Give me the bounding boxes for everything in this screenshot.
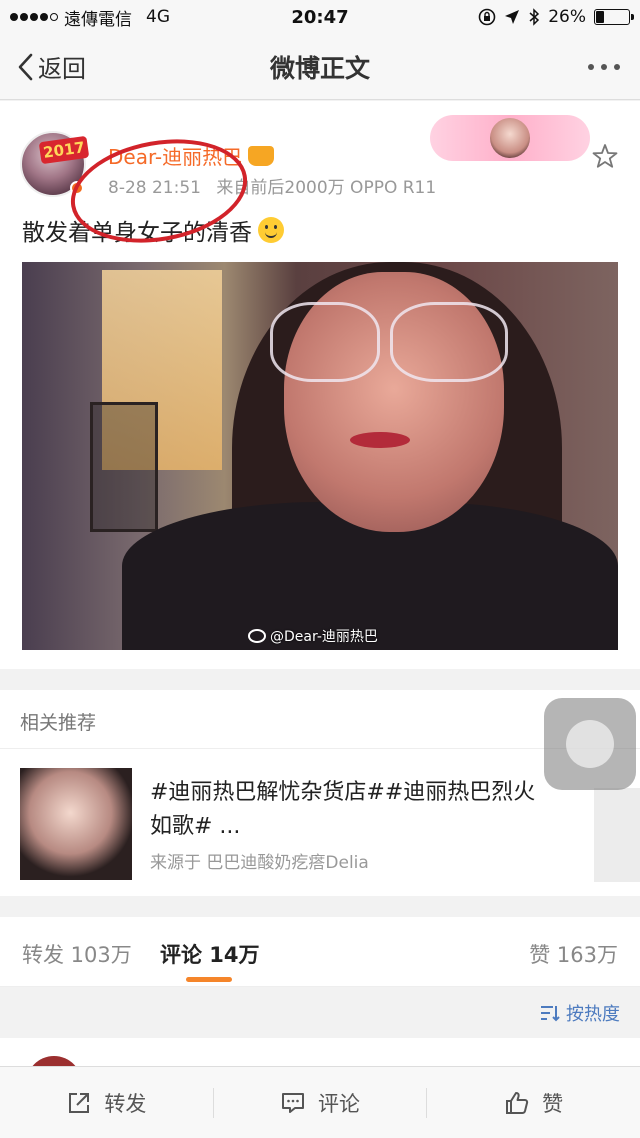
status-bar: 遠傳電信 4G 20:47 26% xyxy=(0,0,640,34)
like-label: 赞 xyxy=(542,1091,564,1116)
back-label: 返回 xyxy=(38,55,86,83)
post-source: 来自前后2000万 OPPO R11 xyxy=(216,178,437,198)
carrier-label: 遠傳電信 xyxy=(64,9,132,30)
repost-button[interactable]: 转发 xyxy=(0,1067,213,1138)
chevron-left-icon xyxy=(18,53,33,80)
engagement-tabs: 转发 103万 评论 14万 赞 163万 xyxy=(0,917,640,987)
related-source: 来源于 巴巴迪酸奶疙瘩Delia xyxy=(150,853,369,873)
tab-like[interactable]: 赞 163万 xyxy=(529,939,618,969)
bottom-action-bar: 转发 评论 赞 xyxy=(0,1066,640,1138)
card-decoration-banner xyxy=(430,115,590,161)
author-name-label: Dear-迪丽热巴 xyxy=(108,145,243,169)
photo-lamp xyxy=(90,402,158,532)
side-ad-strip xyxy=(594,788,640,882)
back-button[interactable]: 返回 xyxy=(0,49,86,84)
tab-active-indicator xyxy=(186,977,232,982)
related-title[interactable]: #迪丽热巴解忧杂货店##迪丽热巴烈火如歌# ... xyxy=(150,776,550,844)
related-thumbnail[interactable] xyxy=(20,768,132,880)
photo-glasses-left xyxy=(270,302,380,382)
post-time: 8-28 21:51 xyxy=(108,178,201,198)
sort-label: 按热度 xyxy=(566,1004,620,1025)
watermark-text: @Dear-迪丽热巴 xyxy=(270,629,378,645)
post-meta: 8-28 21:51 来自前后2000万 OPPO R11 xyxy=(108,173,446,198)
thumbs-up-icon xyxy=(506,1091,529,1114)
verified-badge-icon xyxy=(70,181,84,195)
tab-comment[interactable]: 评论 14万 xyxy=(160,939,260,969)
photo-watermark: @Dear-迪丽热巴 xyxy=(248,626,378,646)
smile-emoji-icon xyxy=(258,217,284,243)
post-photo[interactable]: @Dear-迪丽热巴 xyxy=(22,262,618,650)
share-icon xyxy=(69,1092,90,1113)
vip-crown-icon xyxy=(248,145,275,166)
comment-preview xyxy=(0,1038,640,1112)
post-card: 2017 Dear-迪丽热巴 8-28 21:51 来自前后2000万 OPPO… xyxy=(0,101,640,669)
post-text-content: 散发着单身女子的清香 xyxy=(22,220,252,246)
banner-portrait xyxy=(490,118,530,158)
weibo-logo-icon xyxy=(248,629,266,643)
comment-button[interactable]: 评论 xyxy=(214,1067,427,1138)
author-avatar[interactable]: 2017 xyxy=(20,131,90,197)
status-left: 遠傳電信 4G xyxy=(0,5,170,30)
tab-repost[interactable]: 转发 103万 xyxy=(22,939,132,969)
assistive-touch-icon xyxy=(566,720,614,768)
sort-row: 按热度 xyxy=(0,988,640,1038)
favorite-star-icon[interactable] xyxy=(592,143,618,169)
photo-glasses-right xyxy=(390,302,508,382)
nav-bar: 返回 微博正文 xyxy=(0,34,640,100)
comment-icon xyxy=(282,1092,304,1113)
repost-label: 转发 xyxy=(104,1091,147,1116)
sort-icon xyxy=(541,1006,560,1022)
post-text: 散发着单身女子的清香 xyxy=(22,213,284,247)
signal-strength-icon xyxy=(10,13,58,21)
location-arrow-icon xyxy=(505,10,520,24)
page-title: 微博正文 xyxy=(269,53,370,83)
network-label: 4G xyxy=(146,7,170,27)
status-right: 26% xyxy=(478,7,640,27)
like-button[interactable]: 赞 xyxy=(427,1067,640,1138)
related-header: 相关推荐 xyxy=(20,712,97,734)
floating-assistive-button[interactable] xyxy=(544,698,636,790)
orientation-lock-icon xyxy=(478,8,496,26)
battery-icon xyxy=(594,9,634,25)
more-options-icon[interactable] xyxy=(588,63,640,70)
sort-button[interactable]: 按热度 xyxy=(540,1000,620,1026)
battery-percent: 26% xyxy=(548,7,586,27)
comment-label: 评论 xyxy=(318,1091,360,1116)
photo-lips xyxy=(350,432,410,448)
author-name[interactable]: Dear-迪丽热巴 xyxy=(108,141,275,170)
bluetooth-icon xyxy=(529,8,540,26)
